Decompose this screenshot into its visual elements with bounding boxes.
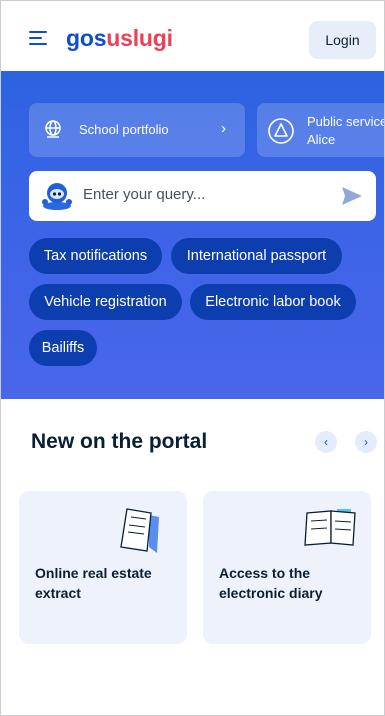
section-title: New on the portal	[31, 430, 208, 453]
alice-icon	[268, 118, 294, 144]
tag-tax-notifications[interactable]: Tax notifications	[29, 238, 162, 274]
public-services-subtitle: Alice	[307, 132, 336, 147]
hero-banner: School portfolio › Public services Alice…	[1, 71, 384, 399]
app-frame: gosuslugi Login School portfolio › Publi…	[0, 0, 385, 716]
public-services-alice-card[interactable]: Public services Alice	[257, 103, 384, 157]
diary-icon	[304, 509, 356, 546]
tag-international-passport[interactable]: International passport	[171, 238, 342, 274]
public-services-title: Public services	[307, 114, 384, 129]
menu-icon[interactable]	[29, 31, 49, 45]
document-icon	[120, 508, 159, 553]
logo-text-uslugi: uslugi	[106, 25, 173, 51]
send-icon[interactable]	[340, 184, 364, 208]
tag-bailiffs[interactable]: Bailiffs	[29, 330, 97, 366]
tag-electronic-labor-book[interactable]: Electronic labor book	[190, 284, 356, 320]
chevron-left-icon[interactable]: ‹	[315, 431, 337, 453]
school-portfolio-card[interactable]: School portfolio ›	[29, 103, 245, 157]
login-button[interactable]: Login	[309, 21, 376, 59]
logo[interactable]: gosuslugi	[66, 25, 173, 52]
chevron-right-icon: ›	[221, 120, 226, 137]
school-portfolio-label: School portfolio	[79, 122, 169, 137]
logo-text-gos: gos	[66, 25, 107, 51]
search-bar[interactable]: Enter your query...	[29, 171, 376, 221]
robot-assistant-icon	[42, 183, 72, 210]
chevron-right-icon[interactable]: ›	[355, 431, 377, 453]
news-card-label: Online real estate extract	[35, 565, 152, 601]
news-card-label: Access to the electronic diary	[219, 565, 323, 601]
news-card-real-estate[interactable]: Online real estate extract	[19, 491, 187, 644]
header: gosuslugi Login	[1, 1, 384, 71]
news-card-electronic-diary[interactable]: Access to the electronic diary	[203, 491, 371, 644]
search-input[interactable]: Enter your query...	[83, 186, 205, 203]
globe-icon	[45, 120, 61, 138]
tag-vehicle-registration[interactable]: Vehicle registration	[29, 284, 182, 320]
